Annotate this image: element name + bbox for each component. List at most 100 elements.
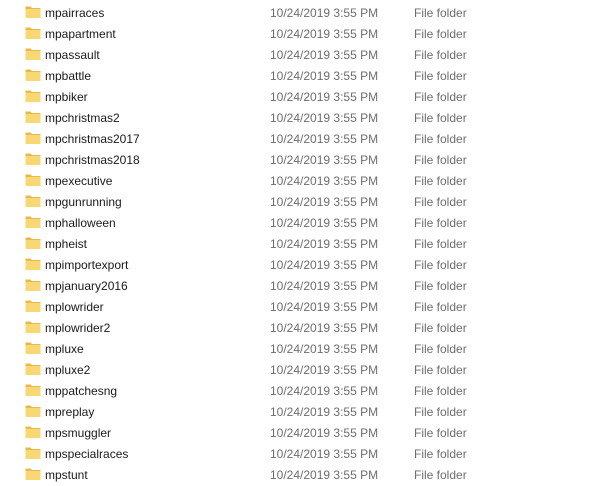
file-name: mpchristmas2017 [45,132,140,146]
file-name: mpimportexport [45,258,129,272]
file-name: mpjanuary2016 [45,279,128,293]
file-type: File folder [414,342,467,356]
file-date-modified: 10/24/2019 3:55 PM [270,321,379,335]
file-type: File folder [414,90,467,104]
file-list: mpairraces 10/24/2019 3:55 PM File folde… [0,2,598,485]
file-date-modified: 10/24/2019 3:55 PM [270,153,379,167]
file-row[interactable]: mpchristmas2017 10/24/2019 3:55 PM File … [0,128,598,149]
folder-icon [25,320,41,334]
file-date-modified: 10/24/2019 3:55 PM [270,27,379,41]
folder-icon [25,110,41,124]
file-date-modified: 10/24/2019 3:55 PM [270,132,379,146]
file-type: File folder [414,384,467,398]
file-type: File folder [414,258,467,272]
file-type: File folder [414,132,467,146]
file-row[interactable]: mpheist 10/24/2019 3:55 PM File folder [0,233,598,254]
file-type: File folder [414,300,467,314]
file-name: mpairraces [45,6,105,20]
file-name: mpgunrunning [45,195,122,209]
folder-icon [25,5,41,19]
file-row[interactable]: mpsmuggler 10/24/2019 3:55 PM File folde… [0,422,598,443]
file-row[interactable]: mpbiker 10/24/2019 3:55 PM File folder [0,86,598,107]
folder-icon [25,404,41,418]
file-row[interactable]: mpluxe 10/24/2019 3:55 PM File folder [0,338,598,359]
file-type: File folder [414,27,467,41]
file-type: File folder [414,6,467,20]
folder-icon [25,467,41,481]
file-name: mpbattle [45,69,92,83]
file-date-modified: 10/24/2019 3:55 PM [270,405,379,419]
folder-icon [25,425,41,439]
folder-icon [25,257,41,271]
file-row[interactable]: mpassault 10/24/2019 3:55 PM File folder [0,44,598,65]
file-row[interactable]: mpapartment 10/24/2019 3:55 PM File fold… [0,23,598,44]
file-type: File folder [414,69,467,83]
file-name: mpsmuggler [45,426,112,440]
file-row[interactable]: mpchristmas2 10/24/2019 3:55 PM File fol… [0,107,598,128]
folder-icon [25,152,41,166]
file-date-modified: 10/24/2019 3:55 PM [270,195,379,209]
file-name: mpchristmas2 [45,111,120,125]
file-name: mpexecutive [45,174,113,188]
file-type: File folder [414,405,467,419]
file-date-modified: 10/24/2019 3:55 PM [270,48,379,62]
file-name: mppatchesng [45,384,118,398]
folder-icon [25,47,41,61]
file-name: mplowrider2 [45,321,111,335]
file-row[interactable]: mpspecialraces 10/24/2019 3:55 PM File f… [0,443,598,464]
folder-icon [25,89,41,103]
folder-icon [25,236,41,250]
file-date-modified: 10/24/2019 3:55 PM [270,363,379,377]
file-name: mplowrider [45,300,104,314]
file-row[interactable]: mpbattle 10/24/2019 3:55 PM File folder [0,65,598,86]
file-type: File folder [414,111,467,125]
folder-icon [25,173,41,187]
file-name: mpstunt [45,468,88,482]
file-name: mpbiker [45,90,88,104]
file-name: mpchristmas2018 [45,153,140,167]
folder-icon [25,362,41,376]
file-name: mpapartment [45,27,116,41]
file-date-modified: 10/24/2019 3:55 PM [270,258,379,272]
file-type: File folder [414,174,467,188]
file-type: File folder [414,426,467,440]
file-date-modified: 10/24/2019 3:55 PM [270,237,379,251]
file-row[interactable]: mppatchesng 10/24/2019 3:55 PM File fold… [0,380,598,401]
folder-icon [25,194,41,208]
file-row[interactable]: mphalloween 10/24/2019 3:55 PM File fold… [0,212,598,233]
file-date-modified: 10/24/2019 3:55 PM [270,90,379,104]
file-date-modified: 10/24/2019 3:55 PM [270,447,379,461]
file-date-modified: 10/24/2019 3:55 PM [270,384,379,398]
folder-icon [25,68,41,82]
file-type: File folder [414,195,467,209]
file-row[interactable]: mpgunrunning 10/24/2019 3:55 PM File fol… [0,191,598,212]
file-row[interactable]: mpimportexport 10/24/2019 3:55 PM File f… [0,254,598,275]
file-date-modified: 10/24/2019 3:55 PM [270,6,379,20]
file-type: File folder [414,363,467,377]
file-date-modified: 10/24/2019 3:55 PM [270,426,379,440]
file-type: File folder [414,48,467,62]
file-row[interactable]: mpjanuary2016 10/24/2019 3:55 PM File fo… [0,275,598,296]
folder-icon [25,278,41,292]
file-type: File folder [414,237,467,251]
file-date-modified: 10/24/2019 3:55 PM [270,69,379,83]
file-date-modified: 10/24/2019 3:55 PM [270,216,379,230]
file-type: File folder [414,153,467,167]
file-row[interactable]: mplowrider 10/24/2019 3:55 PM File folde… [0,296,598,317]
file-name: mpluxe2 [45,363,91,377]
file-row[interactable]: mpreplay 10/24/2019 3:55 PM File folder [0,401,598,422]
file-row[interactable]: mplowrider2 10/24/2019 3:55 PM File fold… [0,317,598,338]
file-date-modified: 10/24/2019 3:55 PM [270,300,379,314]
folder-icon [25,383,41,397]
folder-icon [25,446,41,460]
file-row[interactable]: mpluxe2 10/24/2019 3:55 PM File folder [0,359,598,380]
file-row[interactable]: mpchristmas2018 10/24/2019 3:55 PM File … [0,149,598,170]
file-row[interactable]: mpexecutive 10/24/2019 3:55 PM File fold… [0,170,598,191]
file-row[interactable]: mpairraces 10/24/2019 3:55 PM File folde… [0,2,598,23]
file-name: mpassault [45,48,100,62]
file-row[interactable]: mpstunt 10/24/2019 3:55 PM File folder [0,464,598,485]
folder-icon [25,26,41,40]
file-name: mpheist [45,237,88,251]
file-name: mpluxe [45,342,84,356]
file-type: File folder [414,468,467,482]
